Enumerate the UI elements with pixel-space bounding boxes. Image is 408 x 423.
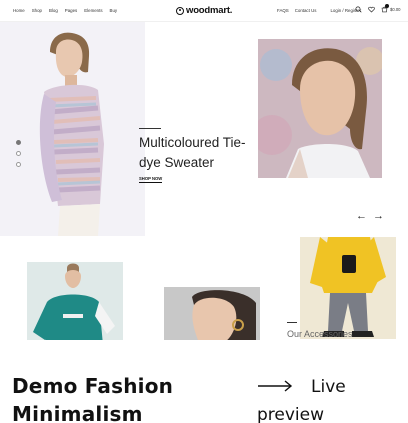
hero-model-image bbox=[0, 22, 145, 236]
slide-dot-3[interactable] bbox=[16, 162, 21, 167]
slide-dot-2[interactable] bbox=[16, 151, 21, 156]
accessories-link[interactable]: Our Accessories bbox=[287, 329, 353, 339]
faqs-link[interactable]: FAQS bbox=[277, 8, 289, 13]
shop-now-link[interactable]: SHOP NOW bbox=[139, 176, 163, 183]
teal-sweatshirt-photo bbox=[27, 262, 123, 345]
arrow-left-icon[interactable]: ← bbox=[356, 211, 367, 222]
hero-portrait-image bbox=[258, 39, 382, 178]
contact-link[interactable]: Contact Us bbox=[295, 8, 317, 13]
logo-text: woodmart. bbox=[186, 5, 233, 16]
product-card-teal-sweatshirt[interactable] bbox=[27, 262, 123, 345]
nav-item-blog[interactable]: Blog bbox=[49, 8, 58, 13]
nav-item-shop[interactable]: Shop bbox=[32, 8, 42, 13]
nav-item-pages[interactable]: Pages bbox=[65, 8, 77, 13]
portrait-photo bbox=[258, 39, 382, 178]
slide-dot-1[interactable] bbox=[16, 140, 21, 145]
header-icons: $0.00 bbox=[355, 4, 401, 13]
header-links: FAQS Contact Us Login / Register bbox=[277, 8, 361, 13]
model-sweater-photo bbox=[39, 32, 104, 236]
yellow-jacket-photo bbox=[300, 237, 396, 339]
nav-item-elements[interactable]: Elements bbox=[84, 8, 102, 13]
live-preview-link[interactable]: Live preview bbox=[257, 373, 377, 423]
search-icon[interactable] bbox=[355, 6, 362, 13]
main-nav: Home Shop Blog Pages Elements Buy bbox=[13, 8, 117, 13]
earrings-photo bbox=[164, 287, 260, 345]
product-card-earrings[interactable] bbox=[164, 287, 260, 345]
accessories-divider bbox=[287, 322, 297, 323]
site-header: Home Shop Blog Pages Elements Buy woodma… bbox=[0, 0, 408, 22]
hero-title: Multicoloured Tie-dye Sweater bbox=[139, 135, 246, 170]
cart-button[interactable]: $0.00 bbox=[381, 4, 401, 13]
site-logo[interactable]: woodmart. bbox=[176, 5, 232, 16]
slider-pagination bbox=[16, 140, 21, 167]
product-card-yellow-jacket[interactable] bbox=[300, 237, 396, 339]
wishlist-heart-icon[interactable] bbox=[368, 6, 375, 13]
arrow-right-icon[interactable]: → bbox=[373, 211, 384, 222]
logo-mark-icon bbox=[176, 6, 184, 15]
slider-arrows: ← → bbox=[356, 211, 384, 222]
hero-title-divider bbox=[139, 128, 161, 129]
nav-item-buy[interactable]: Buy bbox=[110, 8, 118, 13]
nav-item-home[interactable]: Home bbox=[13, 8, 25, 13]
cart-price: $0.00 bbox=[390, 7, 401, 12]
demo-title: Demo Fashion Minimalism bbox=[12, 374, 174, 423]
cart-count-badge bbox=[385, 4, 389, 8]
